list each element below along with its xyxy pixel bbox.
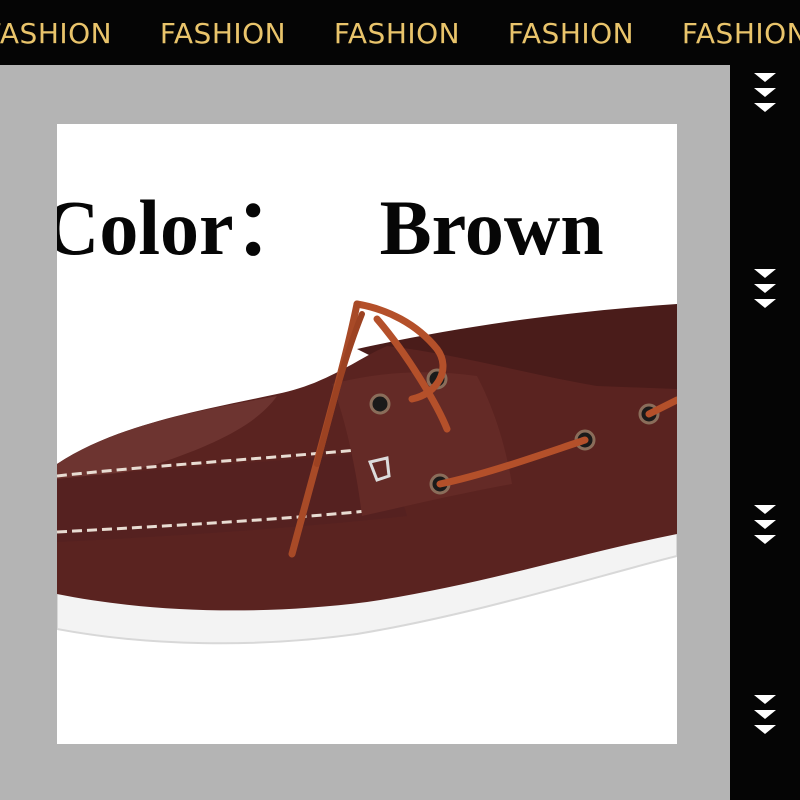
- caption-wrap: Color： Brown: [57, 124, 677, 744]
- banner-word: FASHION: [333, 17, 461, 50]
- color-value: Brown: [379, 184, 604, 271]
- banner-word: FASHION: [159, 17, 287, 50]
- banner-word: FASHION: [0, 17, 113, 50]
- fashion-banner: FASHION FASHION FASHION FASHION FASHION: [0, 0, 800, 65]
- color-caption: Color： Brown: [57, 182, 604, 274]
- right-decor-strip: [730, 65, 800, 800]
- banner-track: FASHION FASHION FASHION FASHION FASHION: [0, 14, 800, 54]
- product-photo-panel: Color： Brown: [57, 124, 677, 744]
- triple-chevron-down-icon: [753, 693, 777, 741]
- triple-chevron-down-icon: [753, 267, 777, 315]
- triple-chevron-down-icon: [753, 71, 777, 119]
- triple-chevron-down-icon: [753, 503, 777, 551]
- color-label: Color：: [57, 184, 312, 271]
- banner-word: FASHION: [507, 17, 635, 50]
- banner-word: FASHION: [681, 17, 800, 50]
